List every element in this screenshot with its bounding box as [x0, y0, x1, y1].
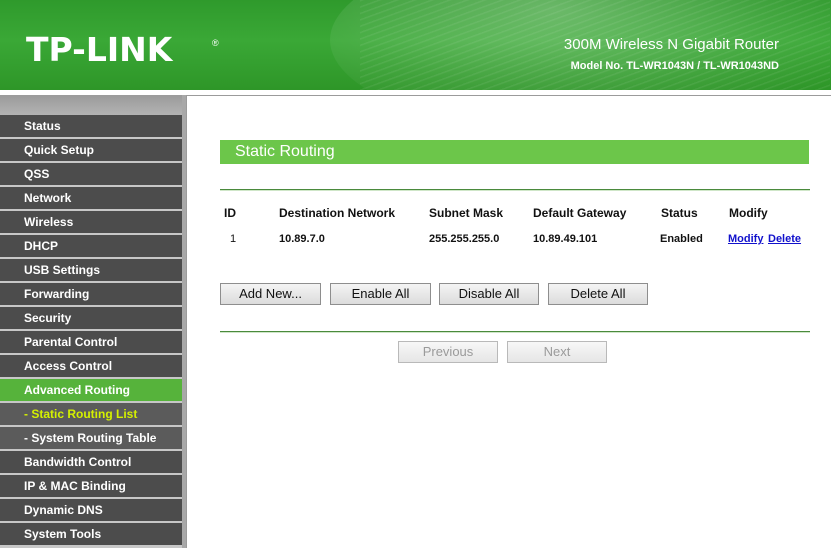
sidebar-item-bandwidth-control[interactable]: Bandwidth Control	[0, 451, 182, 473]
sidebar-item-ip-mac-binding[interactable]: IP & MAC Binding	[0, 475, 182, 497]
sidebar-item-advanced-routing[interactable]: Advanced Routing	[0, 379, 182, 401]
cell-id: 1	[230, 233, 237, 245]
sidebar-subitem-system-routing-table[interactable]: - System Routing Table	[0, 427, 182, 449]
sidebar-item-dhcp[interactable]: DHCP	[0, 235, 182, 257]
product-title: 300M Wireless N Gigabit Router	[563, 36, 779, 53]
cell-status: Enabled	[660, 233, 703, 245]
model-number: Model No. TL-WR1043N / TL-WR1043ND	[570, 60, 779, 72]
sidebar-item-quick-setup[interactable]: Quick Setup	[0, 139, 182, 161]
sidebar-menu: Status Quick Setup QSS Network Wireless …	[0, 95, 186, 548]
sidebar-subitem-static-routing-list[interactable]: - Static Routing List	[0, 403, 182, 425]
previous-button[interactable]: Previous	[398, 341, 498, 363]
page-title: Static Routing	[220, 140, 809, 164]
tp-link-logo: TP-LINK	[26, 30, 173, 69]
sidebar-item-forwarding[interactable]: Forwarding	[0, 283, 182, 305]
modify-link[interactable]: Modify	[728, 232, 763, 246]
delete-link[interactable]: Delete	[768, 232, 801, 246]
delete-all-button[interactable]: Delete All	[548, 283, 648, 305]
registered-mark: ®	[212, 38, 219, 48]
column-header-gateway: Default Gateway	[533, 206, 627, 220]
sidebar-item-parental-control[interactable]: Parental Control	[0, 331, 182, 353]
header-banner: TP-LINK ® 300M Wireless N Gigabit Router…	[0, 0, 831, 90]
cell-subnet-mask: 255.255.255.0	[429, 233, 500, 245]
sidebar-item-usb-settings[interactable]: USB Settings	[0, 259, 182, 281]
sidebar-item-dynamic-dns[interactable]: Dynamic DNS	[0, 499, 182, 521]
sidebar-item-qss[interactable]: QSS	[0, 163, 182, 185]
column-header-id: ID	[224, 206, 236, 220]
column-header-destination: Destination Network	[279, 206, 396, 220]
next-button[interactable]: Next	[507, 341, 607, 363]
sidebar-item-status[interactable]: Status	[0, 115, 182, 137]
sidebar-top-bar	[0, 95, 186, 115]
sidebar-item-security[interactable]: Security	[0, 307, 182, 329]
column-header-modify: Modify	[729, 206, 768, 220]
cell-gateway: 10.89.49.101	[533, 233, 598, 245]
add-new-button[interactable]: Add New...	[220, 283, 321, 305]
sidebar-item-network[interactable]: Network	[0, 187, 182, 209]
sidebar-item-access-control[interactable]: Access Control	[0, 355, 182, 377]
table-top-divider	[220, 189, 810, 191]
sidebar-item-system-tools[interactable]: System Tools	[0, 523, 182, 545]
sidebar-item-wireless[interactable]: Wireless	[0, 211, 182, 233]
pagination-divider	[220, 331, 810, 333]
cell-destination: 10.89.7.0	[279, 233, 325, 245]
disable-all-button[interactable]: Disable All	[439, 283, 539, 305]
column-header-subnet-mask: Subnet Mask	[429, 206, 504, 220]
column-header-status: Status	[661, 206, 698, 220]
enable-all-button[interactable]: Enable All	[330, 283, 431, 305]
